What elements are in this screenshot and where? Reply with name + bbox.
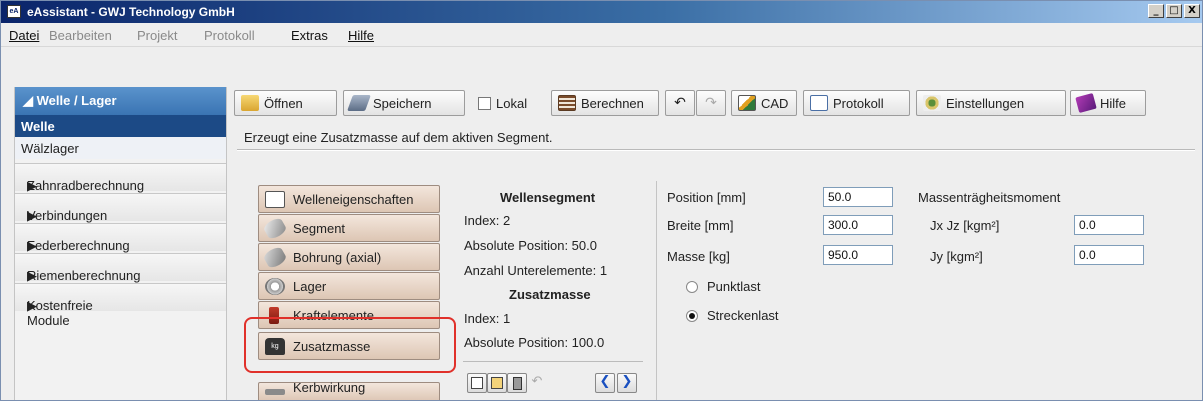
open-button[interactable]: Öffnen [234, 90, 337, 116]
calculator-icon [558, 95, 576, 111]
menu-datei[interactable]: Datei [9, 28, 39, 43]
line-load-label: Streckenlast [707, 308, 779, 323]
segment-subelement-count: Anzahl Unterelemente: 1 [464, 263, 608, 278]
paste-element-button[interactable] [487, 373, 507, 393]
chevron-right-icon: ❯ [621, 374, 633, 389]
segment-icon [262, 216, 288, 241]
settings-button[interactable]: Einstellungen [916, 90, 1066, 116]
redo-button[interactable]: ↷ [696, 90, 726, 116]
notch-icon [265, 389, 285, 395]
window-title: eAssistant - GWJ Technology GmbH [27, 5, 235, 19]
nav-item-waelzlager[interactable]: Wälzlager [15, 137, 226, 159]
line-load-radio[interactable] [686, 310, 698, 322]
position-label: Position [mm] [667, 190, 746, 205]
save-disk-icon [347, 95, 371, 111]
nav-category-federberechnung[interactable]: ▶ Federberechnung [15, 223, 226, 253]
help-book-icon [1075, 92, 1097, 114]
point-load-label: Punktlast [707, 279, 761, 294]
mass-index: Index: 1 [464, 311, 511, 326]
maximize-button[interactable]: □ [1166, 4, 1182, 18]
chevron-left-icon: ❮ [599, 374, 611, 389]
weight-kg-icon: kg [265, 338, 285, 355]
lager-button[interactable]: Lager [258, 272, 440, 300]
point-load-radio[interactable] [686, 281, 698, 293]
jy-input[interactable] [1074, 245, 1144, 265]
undo-icon: ↶ [674, 95, 686, 111]
nav-category-verbindungen[interactable]: ▶ Verbindungen [15, 193, 226, 223]
trash-icon [513, 377, 522, 390]
calculate-button[interactable]: Berechnen [551, 90, 659, 116]
copy-icon [471, 377, 483, 389]
redo-icon: ↷ [705, 95, 717, 111]
jy-label: Jy [kgm²] [930, 249, 983, 264]
undo-button[interactable]: ↶ [665, 90, 695, 116]
title-bar: eA eAssistant - GWJ Technology GmbH _ □ … [1, 1, 1202, 23]
nav-category-riemenberechnung[interactable]: ▶ Riemenberechnung [15, 253, 226, 283]
divider [237, 149, 1195, 151]
copy-element-button[interactable] [467, 373, 487, 393]
help-button[interactable]: Hilfe [1070, 90, 1146, 116]
folder-open-icon [241, 95, 259, 111]
module-navigation: ◢ Welle / Lager Welle Wälzlager ▶ Zahnra… [14, 87, 227, 400]
bearing-icon [265, 278, 285, 295]
delete-element-button[interactable] [507, 373, 527, 393]
save-button[interactable]: Speichern [343, 90, 465, 116]
menu-projekt[interactable]: Projekt [137, 28, 177, 43]
paste-icon [491, 377, 503, 389]
kerbwirkung-button[interactable]: Kerbwirkung [258, 380, 440, 400]
cad-drawing-icon [738, 95, 756, 111]
menu-bearbeiten[interactable]: Bearbeiten [49, 28, 112, 43]
minimize-button[interactable]: _ [1148, 4, 1164, 18]
menu-hilfe[interactable]: Hilfe [348, 28, 374, 43]
mass-input[interactable] [823, 245, 893, 265]
mass-info-title: Zusatzmasse [509, 287, 591, 302]
nav-category-zahnradberechnung[interactable]: ▶ Zahnradberechnung [15, 163, 226, 193]
width-label: Breite [mm] [667, 218, 734, 233]
segment-index: Index: 2 [464, 213, 511, 228]
close-button[interactable]: X [1184, 4, 1200, 18]
protocol-button[interactable]: Protokoll [803, 90, 910, 116]
settings-network-icon [923, 95, 941, 111]
segment-info-title: Wellensegment [500, 190, 596, 205]
local-checkbox[interactable]: Lokal [471, 90, 545, 116]
position-input[interactable] [823, 187, 893, 207]
inertia-title: Massenträgheitsmoment [918, 190, 1061, 205]
menu-extras[interactable]: Extras [291, 28, 328, 43]
segment-absolute-position: Absolute Position: 50.0 [464, 238, 597, 253]
status-message: Erzeugt eine Zusatzmasse auf dem aktiven… [244, 130, 553, 145]
force-icon [269, 307, 279, 324]
nav-category-kostenfreie-module[interactable]: ▶ Kostenfreie Module [15, 283, 226, 328]
jxjz-input[interactable] [1074, 215, 1144, 235]
menu-protokoll[interactable]: Protokoll [204, 28, 255, 43]
toolbar: Öffnen Speichern Lokal Berechnen ↶ ↷ CAD… [234, 87, 1196, 121]
shaft-properties-icon [265, 191, 285, 208]
welleneigenschaften-button[interactable]: Welleneigenschaften [258, 185, 440, 213]
vertical-divider [656, 181, 657, 400]
document-icon [810, 95, 828, 111]
app-window: eA eAssistant - GWJ Technology GmbH _ □ … [0, 0, 1203, 401]
nav-item-welle[interactable]: Welle [15, 115, 226, 137]
checkbox-icon [478, 96, 491, 110]
zusatzmasse-button[interactable]: kg Zusatzmasse [258, 332, 440, 360]
info-divider [463, 361, 643, 362]
nav-header-welle-lager[interactable]: ◢ Welle / Lager [15, 87, 226, 115]
bohrung-axial-button[interactable]: Bohrung (axial) [258, 243, 440, 271]
mass-absolute-position: Absolute Position: 100.0 [464, 335, 605, 350]
jxjz-label: Jx Jz [kgm²] [930, 218, 1000, 233]
menu-bar: Datei Bearbeiten Projekt Protokoll Extra… [1, 23, 1202, 47]
undo-icon: ↶ [531, 374, 543, 389]
width-input[interactable] [823, 215, 893, 235]
cad-button[interactable]: CAD [731, 90, 797, 116]
next-element-button[interactable]: ❯ [617, 373, 637, 393]
element-undo-button[interactable]: ↶ [527, 373, 547, 393]
mass-label: Masse [kg] [667, 249, 730, 264]
kraftelemente-button[interactable]: Kraftelemente [258, 301, 440, 329]
previous-element-button[interactable]: ❮ [595, 373, 615, 393]
app-icon: eA [7, 5, 21, 18]
bore-icon [262, 245, 288, 270]
segment-button[interactable]: Segment [258, 214, 440, 242]
